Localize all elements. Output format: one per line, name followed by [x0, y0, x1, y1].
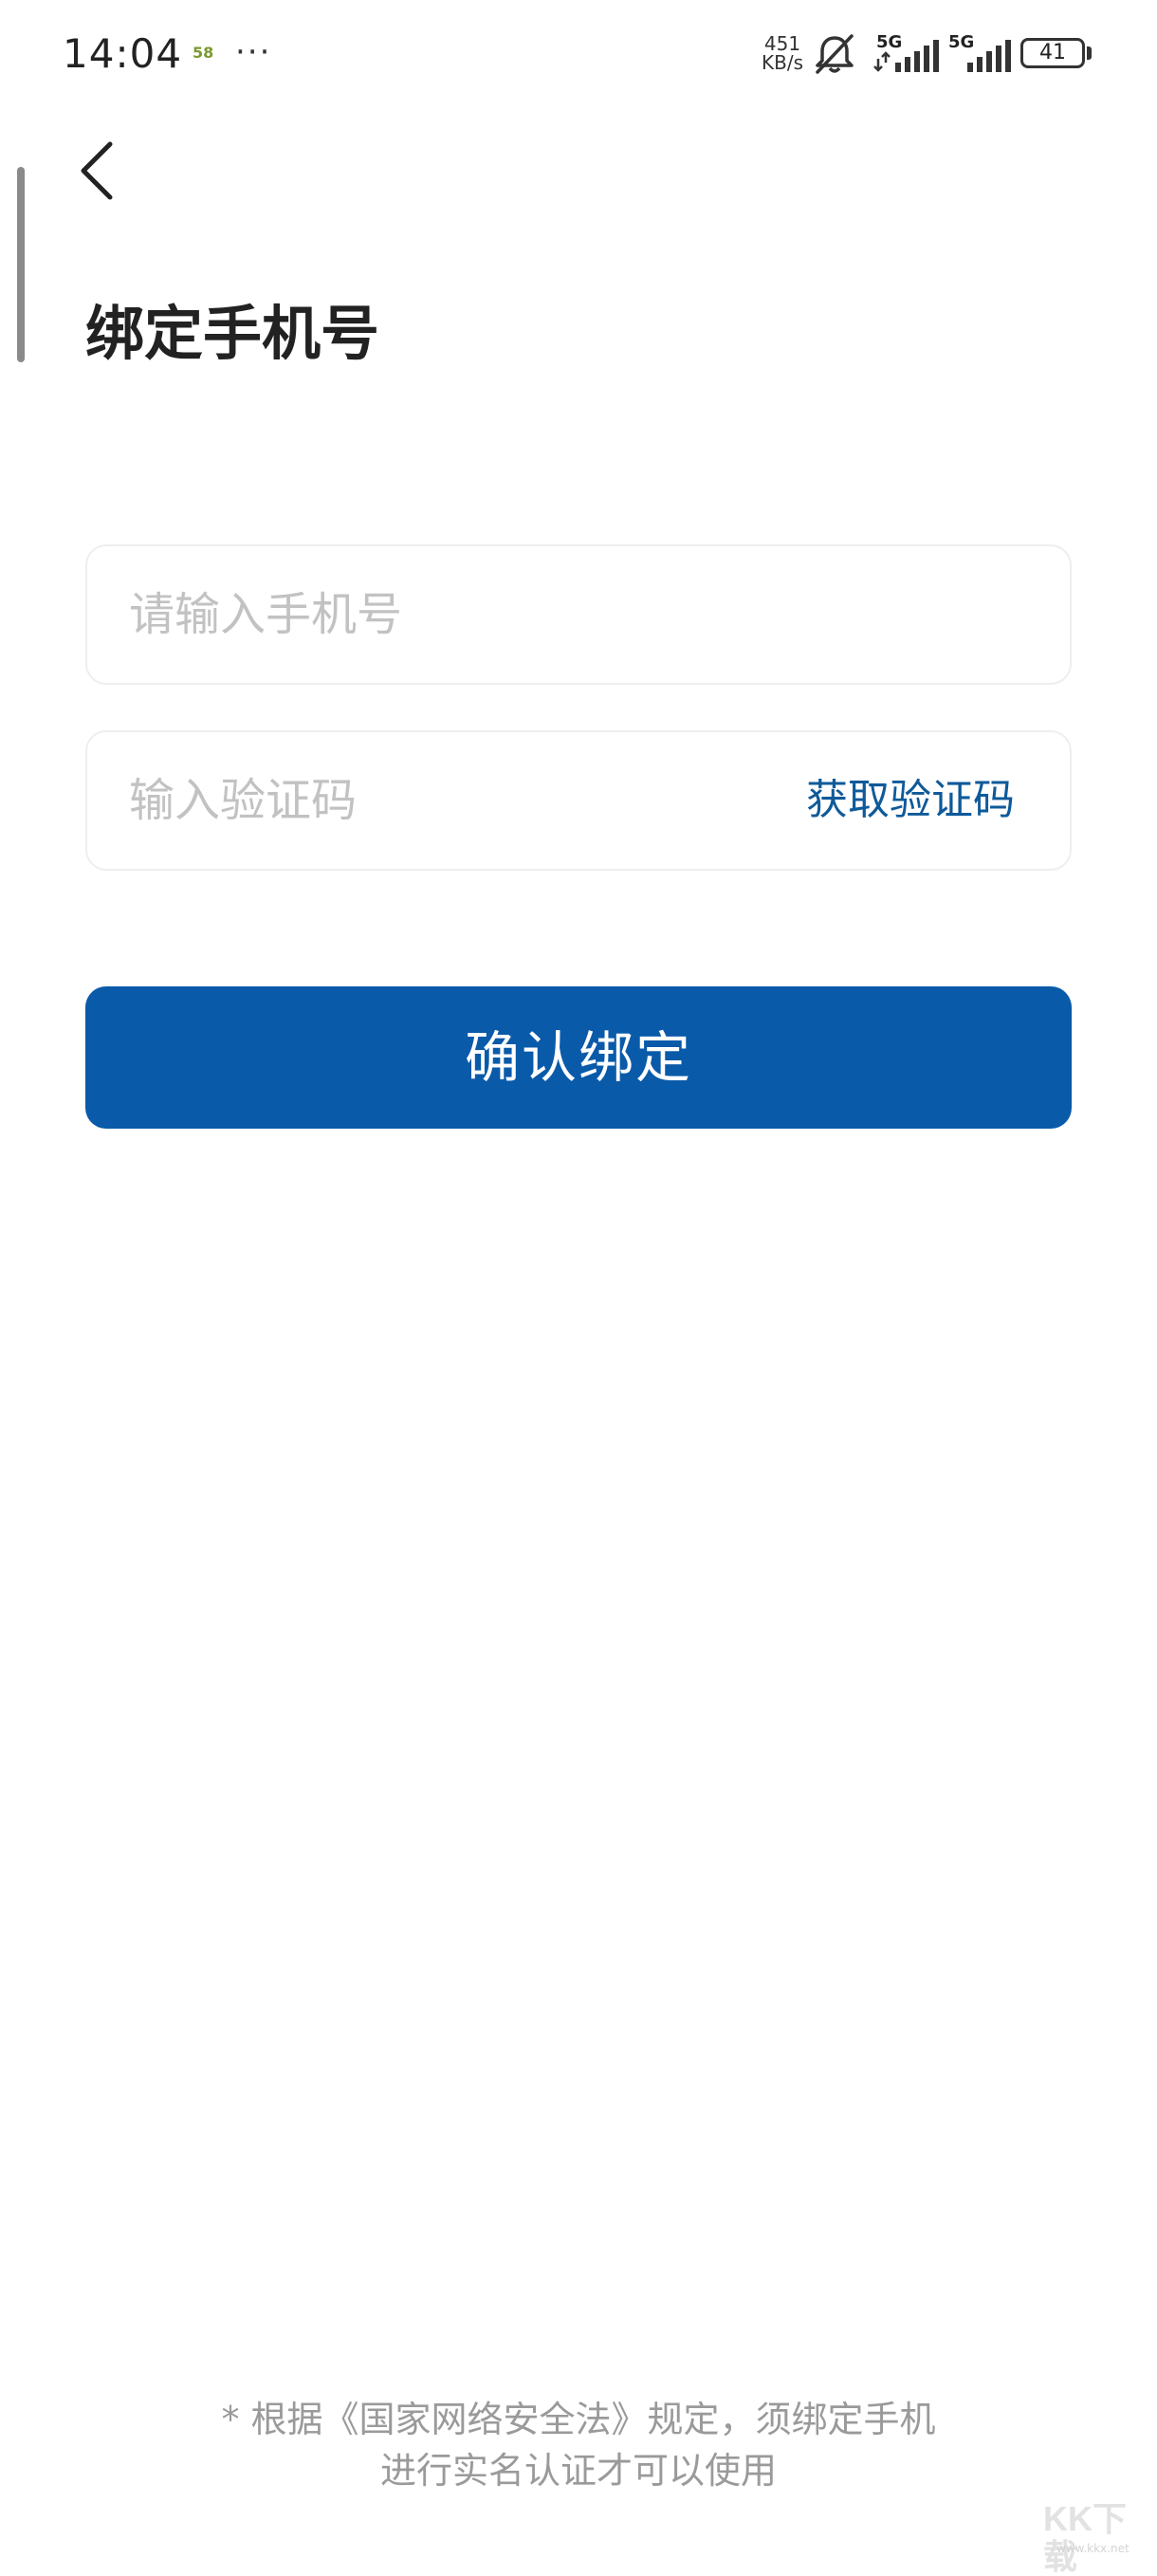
page-title: 绑定手机号: [85, 299, 380, 368]
chevron-left-icon: [81, 141, 113, 200]
watermark-logo: KK下载 www.kkx.net: [1043, 2500, 1148, 2576]
network-speed: 451 KB/s: [759, 34, 806, 72]
footer-note: * 根据《国家网络安全法》规定，须绑定手机 进行实名认证才可以使用: [152, 2394, 1005, 2496]
footer-note-line2: 进行实名认证才可以使用: [379, 2450, 777, 2492]
notification-app-icon: 58: [193, 44, 214, 62]
network-speed-unit: KB/s: [762, 51, 803, 74]
footer-note-line1: * 根据《国家网络安全法》规定，须绑定手机: [221, 2399, 936, 2440]
get-code-button[interactable]: 获取验证码: [806, 732, 1015, 869]
scroll-indicator: [17, 167, 25, 362]
status-time: 14:04: [63, 30, 183, 77]
back-button[interactable]: [70, 133, 127, 209]
confirm-bind-button[interactable]: 确认绑定: [85, 986, 1072, 1129]
verification-code-input[interactable]: [129, 732, 755, 869]
watermark-url: www.kkx.net: [1056, 2542, 1129, 2555]
battery-icon: 41: [1020, 38, 1085, 68]
verification-code-field: 获取验证码: [85, 730, 1072, 871]
battery-tip: [1087, 46, 1092, 60]
phone-input[interactable]: [129, 546, 1020, 683]
phone-field: [85, 544, 1072, 685]
watermark-text: KK下载: [1043, 2499, 1127, 2576]
bell-muted-icon: [816, 34, 854, 74]
signal-icon: 5G: [872, 32, 941, 74]
more-notifications-icon: ···: [235, 33, 272, 71]
status-bar: 14:04 58 ··· 451 KB/s 5G 5G 41: [0, 0, 1157, 114]
signal-icon: 5G: [945, 32, 1013, 74]
network-speed-value: 451: [763, 32, 801, 55]
